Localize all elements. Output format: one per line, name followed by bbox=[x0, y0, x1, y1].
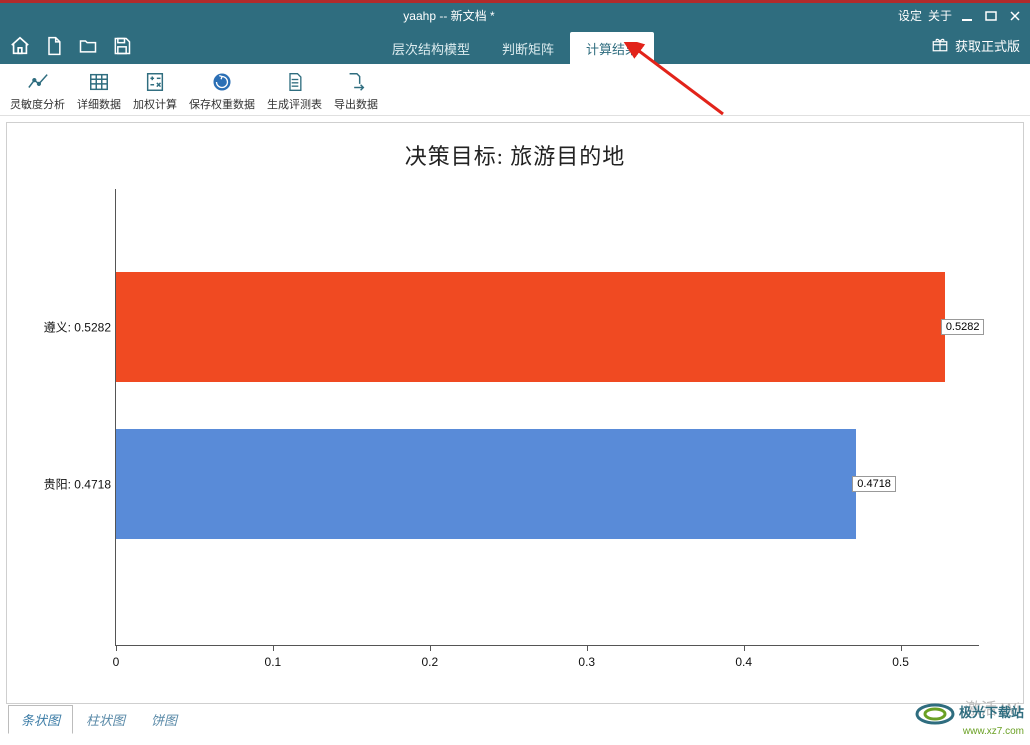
chart-title: 决策目标: 旅游目的地 bbox=[7, 123, 1023, 179]
bar-zunyi bbox=[116, 272, 945, 382]
chart-type-tabs: 条状图 柱状图 饼图 bbox=[0, 704, 1030, 734]
watermark-site: www.xz7.com bbox=[963, 726, 1024, 737]
about-link[interactable]: 关于 bbox=[928, 7, 952, 24]
x-tick-0: 0 bbox=[113, 655, 120, 669]
tool-export-data[interactable]: 导出数据 bbox=[330, 68, 382, 114]
tool-detail-data[interactable]: 详细数据 bbox=[73, 68, 125, 114]
get-full-version[interactable]: 获取正式版 bbox=[931, 35, 1030, 64]
close-button[interactable] bbox=[1006, 9, 1024, 23]
window-title: yaahp -- 新文档 * bbox=[0, 7, 898, 24]
save-icon[interactable] bbox=[110, 34, 134, 58]
open-folder-icon[interactable] bbox=[76, 34, 100, 58]
tool-detail-data-label: 详细数据 bbox=[77, 96, 121, 112]
tool-export-label: 导出数据 bbox=[334, 96, 378, 112]
btab-pie[interactable]: 饼图 bbox=[138, 705, 190, 734]
bar-label-zunyi: 0.5282 bbox=[941, 319, 985, 335]
tool-weighted-calc[interactable]: 加权计算 bbox=[129, 68, 181, 114]
watermark: 极光下载站 www.xz7.com bbox=[914, 703, 1024, 737]
tool-gen-eval-label: 生成评测表 bbox=[267, 96, 322, 112]
tool-weighted-calc-label: 加权计算 bbox=[133, 96, 177, 112]
y-tick-label-1: 贵阳: 0.4718 bbox=[37, 476, 111, 493]
x-tick-4: 0.4 bbox=[735, 655, 752, 669]
title-bar: yaahp -- 新文档 * 设定 关于 bbox=[0, 0, 1030, 28]
maximize-button[interactable] bbox=[982, 9, 1000, 23]
bar-guiyang bbox=[116, 429, 856, 539]
y-tick-label-0: 遵义: 0.5282 bbox=[37, 319, 111, 336]
sensitivity-icon bbox=[26, 70, 50, 94]
save-weights-icon bbox=[210, 70, 234, 94]
btab-bar-horizontal[interactable]: 条状图 bbox=[8, 705, 73, 734]
minimize-button[interactable] bbox=[958, 9, 976, 23]
main-tabs: 层次结构模型 判断矩阵 计算结果 bbox=[0, 28, 1030, 64]
x-tick-1: 0.1 bbox=[265, 655, 282, 669]
home-icon[interactable] bbox=[8, 34, 32, 58]
export-icon bbox=[344, 70, 368, 94]
tool-gen-eval-table[interactable]: 生成评测表 bbox=[263, 68, 326, 114]
window-controls: 设定 关于 bbox=[898, 7, 1030, 24]
evaluation-icon bbox=[283, 70, 307, 94]
gift-icon bbox=[931, 35, 949, 56]
menu-bar: 层次结构模型 判断矩阵 计算结果 获取正式版 bbox=[0, 28, 1030, 64]
watermark-brand: 极光下载站 bbox=[959, 705, 1024, 720]
toolbar: 灵敏度分析 详细数据 加权计算 保存权重数据 生成评测表 导出数据 bbox=[0, 64, 1030, 116]
tool-sensitivity[interactable]: 灵敏度分析 bbox=[6, 68, 69, 114]
tab-hierarchy-model[interactable]: 层次结构模型 bbox=[376, 32, 486, 64]
x-tick-5: 0.5 bbox=[892, 655, 909, 669]
calc-icon bbox=[143, 70, 167, 94]
chart-panel: 决策目标: 旅游目的地 遵义: 0.5282 贵阳: 0.4718 0.5282… bbox=[6, 122, 1024, 704]
x-tick-3: 0.3 bbox=[578, 655, 595, 669]
x-tick-2: 0.2 bbox=[421, 655, 438, 669]
settings-link[interactable]: 设定 bbox=[898, 7, 922, 24]
tab-calc-results[interactable]: 计算结果 bbox=[570, 32, 654, 64]
new-file-icon[interactable] bbox=[42, 34, 66, 58]
tool-sensitivity-label: 灵敏度分析 bbox=[10, 96, 65, 112]
get-full-version-label: 获取正式版 bbox=[955, 36, 1020, 55]
bar-label-guiyang: 0.4718 bbox=[852, 476, 896, 492]
btab-bar-vertical[interactable]: 柱状图 bbox=[73, 705, 138, 734]
plot-area: 遵义: 0.5282 贵阳: 0.4718 0.5282 0.4718 0 0.… bbox=[37, 179, 993, 674]
watermark-logo-icon bbox=[914, 703, 956, 725]
tab-judgment-matrix[interactable]: 判断矩阵 bbox=[486, 32, 570, 64]
detail-data-icon bbox=[87, 70, 111, 94]
quick-actions bbox=[0, 34, 142, 64]
plot-inner: 0.5282 0.4718 0 0.1 0.2 0.3 0.4 0.5 bbox=[115, 189, 979, 646]
tool-save-weights-label: 保存权重数据 bbox=[189, 96, 255, 112]
tool-save-weights[interactable]: 保存权重数据 bbox=[185, 68, 259, 114]
